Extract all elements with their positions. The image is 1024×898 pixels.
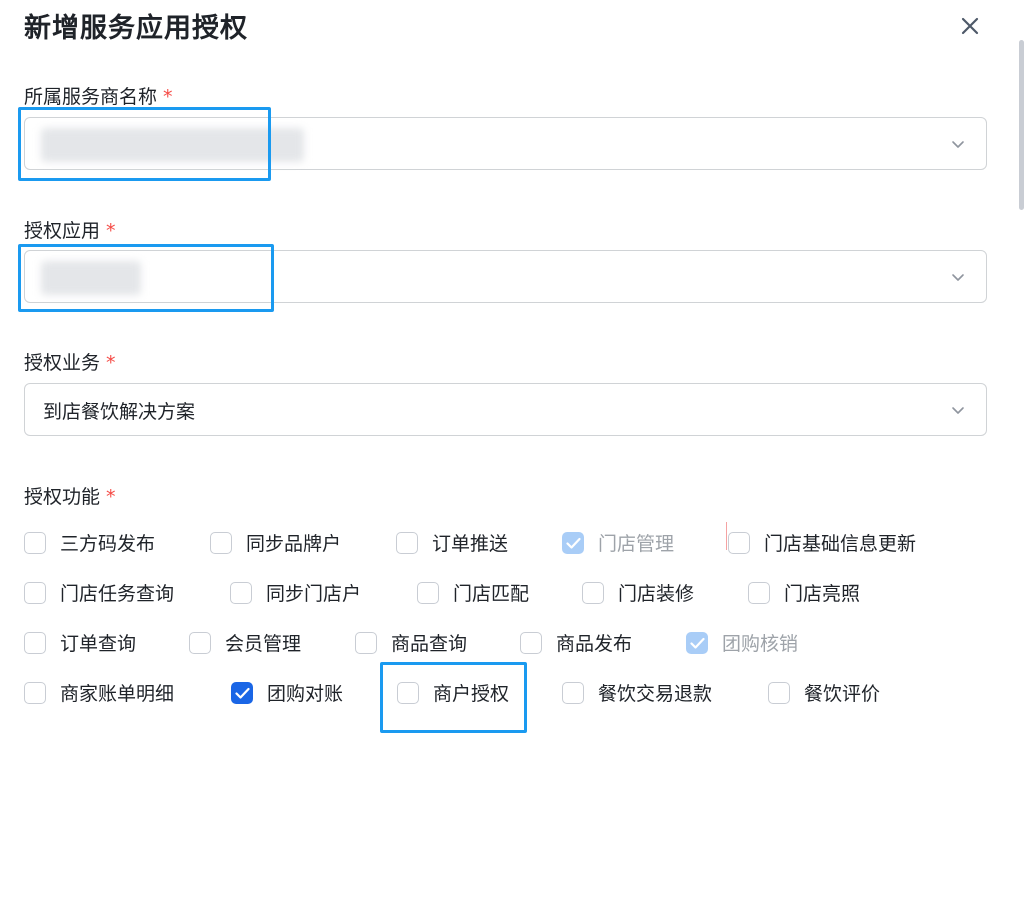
chevron-down-icon	[950, 402, 966, 418]
checkbox-label: 门店亮照	[784, 583, 861, 605]
checkbox-label: 餐饮交易退款	[598, 683, 713, 705]
checkbox-2[interactable]: 订单推送	[396, 529, 508, 556]
checkbox-18[interactable]: 餐饮交易退款	[562, 679, 712, 706]
checkbox-label: 同步门店户	[266, 583, 362, 605]
checkbox-13[interactable]: 商品发布	[520, 629, 632, 656]
checkbox-label: 商品发布	[556, 633, 633, 655]
checkbox-box[interactable]	[355, 631, 377, 654]
checkbox-box[interactable]	[396, 531, 418, 554]
checkbox-label: 餐饮评价	[804, 683, 881, 705]
chevron-down-icon	[950, 136, 966, 152]
checkbox-8[interactable]: 门店装修	[582, 579, 694, 606]
checkbox-label: 门店管理	[598, 533, 675, 555]
redacted-value	[41, 261, 141, 295]
authorization-dialog: 新增服务应用授权 所属服务商名称 * 授权应用 * 授权业务 * 到店餐饮解决方案 授…	[0, 0, 1024, 898]
checkbox-box[interactable]	[24, 531, 46, 554]
checkbox-box[interactable]	[562, 531, 584, 554]
business-select-value: 到店餐饮解决方案	[43, 401, 196, 423]
checkbox-label: 门店匹配	[453, 583, 530, 605]
checkbox-19[interactable]: 餐饮评价	[768, 679, 880, 706]
business-label: 授权业务 *	[24, 352, 116, 374]
checkbox-box[interactable]	[520, 631, 542, 654]
checkbox-14[interactable]: 团购核销	[686, 629, 798, 656]
checkbox-9[interactable]: 门店亮照	[748, 579, 860, 606]
check-icon	[235, 687, 250, 699]
check-icon	[566, 537, 581, 549]
checkbox-box[interactable]	[210, 531, 232, 554]
checkbox-label: 订单查询	[60, 633, 137, 655]
checkbox-box[interactable]	[24, 681, 46, 704]
app-select[interactable]	[24, 250, 987, 303]
checkbox-label: 门店基础信息更新	[764, 533, 917, 555]
checkbox-1[interactable]: 同步品牌户	[210, 529, 341, 556]
checkbox-label: 商家账单明细	[60, 683, 175, 705]
dialog-title: 新增服务应用授权	[24, 13, 248, 44]
provider-label: 所属服务商名称 *	[24, 86, 173, 108]
checkbox-0[interactable]: 三方码发布	[24, 529, 155, 556]
checkbox-12[interactable]: 商品查询	[355, 629, 467, 656]
checkbox-box[interactable]	[230, 581, 252, 604]
checkbox-box[interactable]	[231, 681, 253, 704]
checkbox-box[interactable]	[417, 581, 439, 604]
checkbox-label: 商户授权	[433, 683, 510, 705]
checkbox-7[interactable]: 门店匹配	[417, 579, 529, 606]
checkbox-17[interactable]: 商户授权	[397, 679, 509, 706]
checkbox-box[interactable]	[768, 681, 790, 704]
checkbox-label: 会员管理	[225, 633, 302, 655]
functions-label: 授权功能 *	[24, 486, 116, 508]
checkbox-label: 门店任务查询	[60, 583, 175, 605]
redacted-value	[41, 128, 304, 162]
required-mark: *	[163, 86, 173, 108]
checkbox-box[interactable]	[686, 631, 708, 654]
business-select[interactable]: 到店餐饮解决方案	[24, 383, 987, 436]
required-mark: *	[106, 220, 116, 242]
checkbox-label: 订单推送	[432, 533, 509, 555]
required-mark: *	[106, 486, 116, 508]
required-mark: *	[106, 352, 116, 374]
checkbox-15[interactable]: 商家账单明细	[24, 679, 174, 706]
app-label: 授权应用 *	[24, 220, 116, 242]
check-icon	[690, 637, 705, 649]
checkbox-label: 门店装修	[618, 583, 695, 605]
checkbox-4[interactable]: 门店基础信息更新	[728, 529, 916, 556]
checkbox-16[interactable]: 团购对账	[231, 679, 343, 706]
provider-select[interactable]	[24, 117, 987, 170]
checkbox-box[interactable]	[582, 581, 604, 604]
checkbox-box[interactable]	[189, 631, 211, 654]
checkbox-box[interactable]	[24, 631, 46, 654]
checkbox-label: 商品查询	[391, 633, 468, 655]
stray-mark	[726, 522, 727, 550]
checkbox-6[interactable]: 同步门店户	[230, 579, 361, 606]
close-icon[interactable]	[956, 12, 984, 40]
checkbox-box[interactable]	[728, 531, 750, 554]
checkbox-10[interactable]: 订单查询	[24, 629, 136, 656]
checkbox-5[interactable]: 门店任务查询	[24, 579, 174, 606]
checkbox-box[interactable]	[562, 681, 584, 704]
chevron-down-icon	[950, 269, 966, 285]
checkbox-label: 同步品牌户	[246, 533, 342, 555]
checkbox-label: 团购对账	[267, 683, 344, 705]
checkbox-box[interactable]	[748, 581, 770, 604]
checkbox-3[interactable]: 门店管理	[562, 529, 674, 556]
scrollbar-thumb[interactable]	[1019, 40, 1024, 210]
checkbox-label: 三方码发布	[60, 533, 156, 555]
checkbox-box[interactable]	[24, 581, 46, 604]
checkbox-11[interactable]: 会员管理	[189, 629, 301, 656]
checkbox-label: 团购核销	[722, 633, 799, 655]
checkbox-box[interactable]	[397, 681, 419, 704]
